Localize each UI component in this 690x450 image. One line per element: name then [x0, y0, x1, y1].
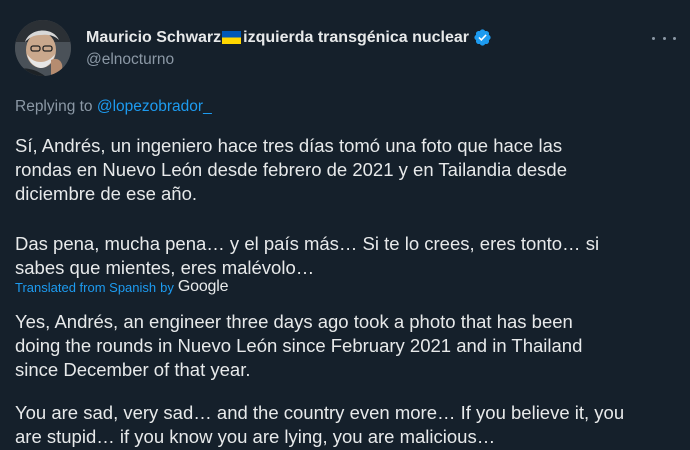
translation-by: by	[160, 279, 174, 295]
avatar-photo	[15, 20, 71, 76]
tweet-text-translated-p2: You are sad, very sad… and the country e…	[15, 402, 625, 447]
avatar[interactable]	[15, 20, 71, 76]
more-dot	[652, 36, 655, 40]
replying-to-label: Replying to	[15, 98, 93, 115]
tweet-text-original-p1: Sí, Andrés, un ingeniero hace tres días …	[15, 135, 567, 204]
tweet-text-translated-p1: Yes, Andrés, an engineer three days ago …	[15, 311, 583, 380]
tweet: Mauricio Schwarz izquierda transgénica n…	[0, 0, 690, 450]
more-dot	[662, 36, 666, 40]
reply-mention-link[interactable]: @lopezobrador_	[97, 98, 212, 115]
more-options-icon[interactable]	[652, 28, 676, 48]
google-logo: Google	[177, 278, 229, 295]
author-name-suffix[interactable]: izquierda transgénica nuclear	[243, 29, 469, 47]
translation-attribution: Translated from Spanish by Google	[15, 278, 228, 296]
verified-badge-icon[interactable]	[473, 28, 492, 47]
more-dot	[673, 36, 676, 40]
replying-to: Replying to @lopezobrador_	[15, 98, 212, 116]
translation-label[interactable]: Translated from Spanish	[15, 280, 156, 295]
author-handle[interactable]: @elnocturno	[86, 51, 174, 69]
ukraine-flag-icon	[222, 31, 242, 44]
tweet-text-original-p2: Das pena, mucha pena… y el país más… Si …	[15, 233, 600, 278]
author-name-row[interactable]: Mauricio Schwarz izquierda transgénica n…	[86, 28, 492, 47]
author-name[interactable]: Mauricio Schwarz	[86, 29, 221, 47]
